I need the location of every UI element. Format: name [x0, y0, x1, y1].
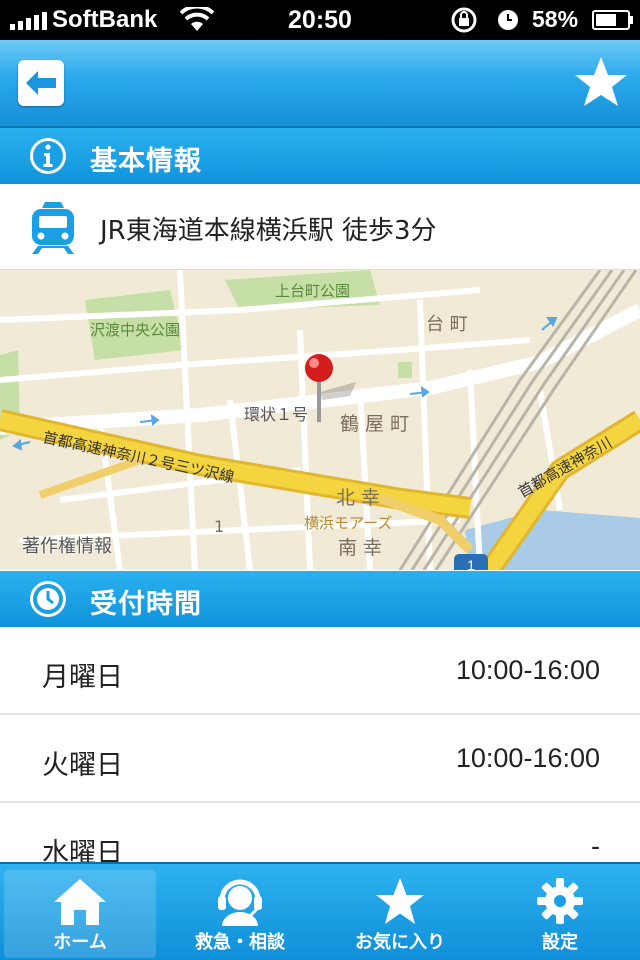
- reception-header: 受付時間: [0, 571, 640, 627]
- battery-icon: [592, 10, 633, 30]
- hours-value: -: [591, 831, 600, 861]
- hours-row: 月曜日 10:00-16:00: [0, 627, 640, 715]
- status-bar: SoftBank 20:50 58%: [0, 0, 640, 40]
- headset-icon: [218, 879, 262, 926]
- home-icon: [54, 879, 106, 925]
- reception-title: 受付時間: [90, 589, 202, 620]
- map-view[interactable]: 1 上台町公園 沢渡中央公園 台 町 環状１号 鶴 屋 町 首都高速神奈川２号三…: [0, 270, 640, 570]
- tab-label: 救急・相談: [195, 932, 285, 953]
- map-label: 台 町: [426, 314, 468, 335]
- tab-label: お気に入り: [355, 932, 445, 953]
- info-icon: [30, 138, 66, 174]
- access-row: JR東海道本線横浜駅 徒歩3分: [0, 184, 640, 270]
- map-canvas: 1 上台町公園 沢渡中央公園 台 町 環状１号 鶴 屋 町 首都高速神奈川２号三…: [0, 270, 640, 570]
- map-label: 鶴 屋 町: [340, 413, 409, 435]
- map-label: 南 幸: [338, 537, 382, 559]
- gear-icon: [537, 878, 583, 924]
- star-icon: [575, 57, 627, 106]
- tab-emergency-consult[interactable]: 救急・相談: [164, 870, 316, 958]
- alarm-icon: [498, 10, 518, 30]
- battery-percent: 58%: [532, 6, 579, 32]
- map-label: 北 幸: [336, 487, 380, 509]
- signal-icon: [10, 12, 47, 30]
- basic-info-title: 基本情報: [90, 146, 202, 177]
- hours-value: 10:00-16:00: [455, 743, 600, 773]
- map-label: 上台町公園: [275, 282, 350, 300]
- map-label: 環状１号: [244, 405, 308, 424]
- nav-bar: [0, 40, 640, 128]
- tab-settings[interactable]: 設定: [484, 870, 636, 958]
- tab-label: 設定: [542, 932, 578, 953]
- tab-home[interactable]: ホーム: [4, 870, 156, 958]
- back-button[interactable]: [18, 60, 64, 106]
- rotation-lock-icon: [451, 7, 477, 33]
- hours-value: 10:00-16:00: [455, 655, 600, 685]
- clock-icon: [30, 581, 66, 617]
- wifi-icon: [180, 7, 214, 31]
- train-icon: [32, 202, 74, 254]
- park-area: [398, 362, 412, 378]
- access-info: JR東海道本線横浜駅 徒歩3分: [100, 216, 437, 246]
- map-label: 1: [214, 517, 224, 536]
- back-arrow-icon: [26, 71, 56, 95]
- tab-bar: ホーム 救急・相談 お気に入り 設定: [0, 862, 640, 960]
- day-label: 火曜日: [42, 750, 123, 781]
- tab-favorites[interactable]: お気に入り: [324, 870, 476, 958]
- map-copyright-link[interactable]: 著作権情報: [22, 532, 112, 558]
- carrier-name: SoftBank: [52, 6, 158, 33]
- basic-info-header: 基本情報: [0, 128, 640, 184]
- day-label: 月曜日: [42, 662, 123, 693]
- star-icon: [376, 878, 424, 924]
- map-label: 沢渡中央公園: [90, 321, 180, 339]
- favorite-button[interactable]: [572, 54, 630, 112]
- hours-row: 火曜日 10:00-16:00: [0, 715, 640, 803]
- map-label: 横浜モアーズ: [304, 514, 392, 532]
- tab-label: ホーム: [53, 932, 107, 953]
- route-shield-number: 1: [467, 557, 475, 570]
